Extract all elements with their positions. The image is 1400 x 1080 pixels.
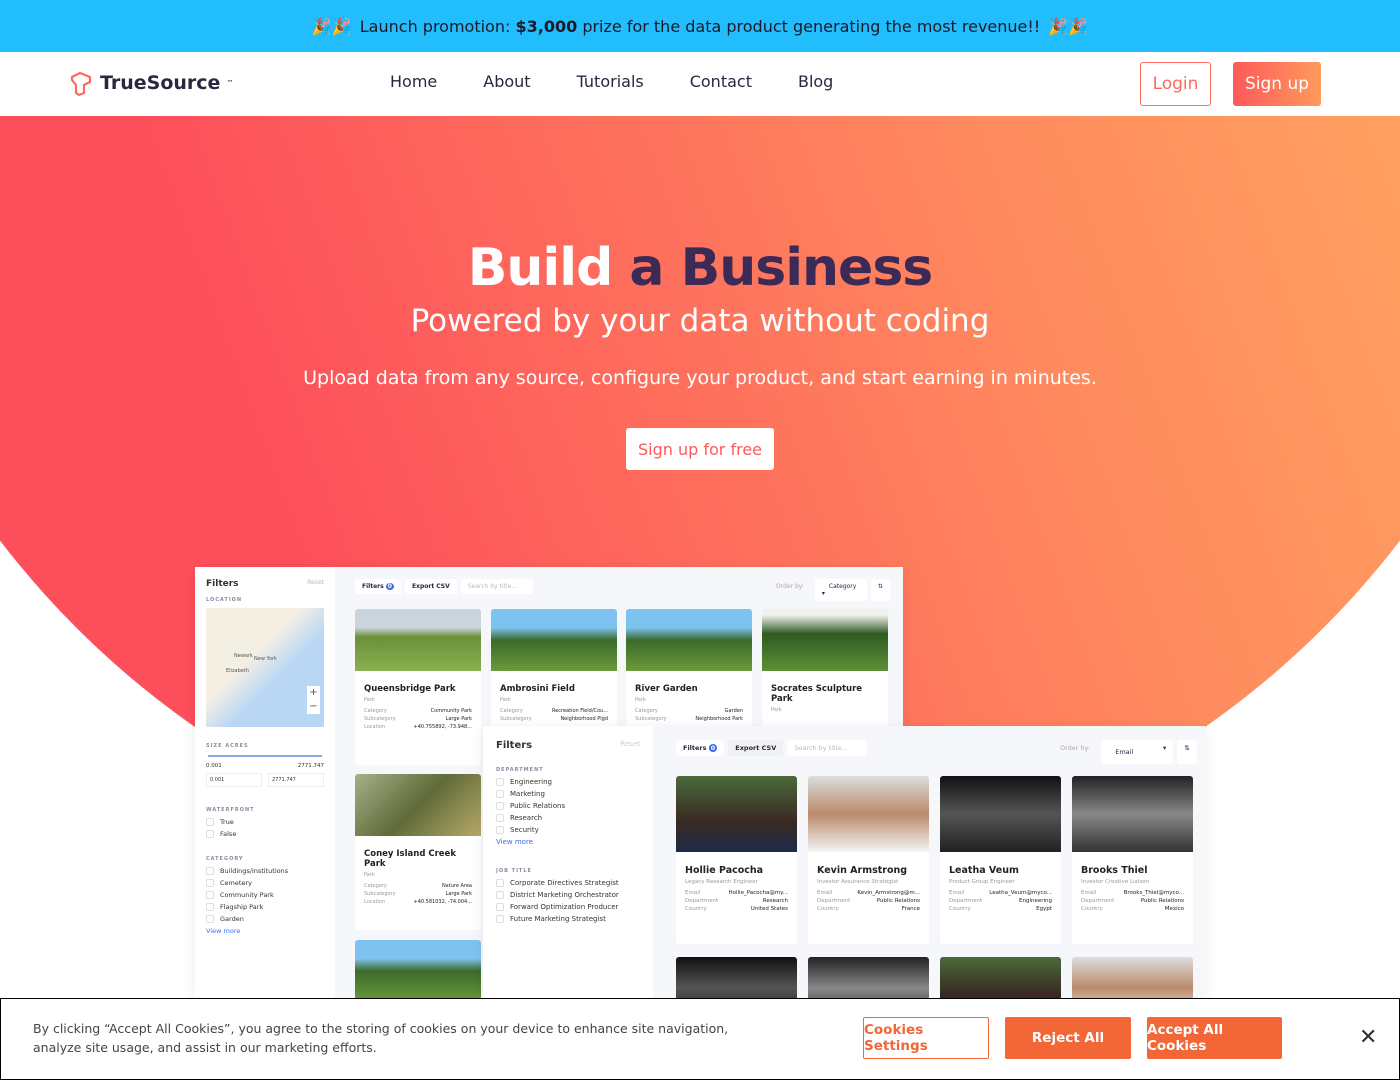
- order-by-label: Order by:: [776, 583, 804, 590]
- size-acres-label: SIZE ACRES: [206, 743, 249, 749]
- checkbox-category[interactable]: Garden: [206, 915, 324, 923]
- sort-direction-icon[interactable]: ⇅: [870, 579, 890, 601]
- zoom-controls[interactable]: + −: [307, 686, 320, 714]
- signup-free-button[interactable]: Sign up for free: [626, 428, 774, 470]
- checkbox-department[interactable]: Marketing: [496, 790, 640, 798]
- brand-name: TrueSource: [100, 72, 221, 94]
- login-button[interactable]: Login: [1140, 62, 1211, 106]
- person-photo: [940, 776, 1061, 852]
- checkbox-department[interactable]: Research: [496, 814, 640, 822]
- order-by-label: Order by:: [1060, 744, 1091, 752]
- promo-text: Launch promotion: $3,000 prize for the d…: [359, 16, 1041, 36]
- cookies-settings-button[interactable]: Cookies Settings: [863, 1017, 989, 1059]
- hero-text: Upload data from any source, configure y…: [303, 367, 1097, 389]
- navbar: TrueSource ™ Home About Tutorials Contact…: [0, 52, 1400, 116]
- checkbox-job[interactable]: Future Marketing Strategist: [496, 915, 640, 923]
- party-icon: 🎉🎉: [1048, 16, 1089, 36]
- department-label: DEPARTMENT: [496, 767, 544, 773]
- map-label: Newark: [234, 653, 253, 659]
- checkbox-category[interactable]: Community Park: [206, 891, 324, 899]
- range-max: 2771.747: [297, 763, 324, 769]
- checkbox-department[interactable]: Public Relations: [496, 802, 640, 810]
- size-range-slider[interactable]: [208, 755, 322, 757]
- checkbox-category[interactable]: Cemetery: [206, 879, 324, 887]
- nav-home[interactable]: Home: [390, 72, 437, 91]
- reject-all-button[interactable]: Reject All: [1005, 1017, 1131, 1059]
- person-photo: [676, 776, 797, 852]
- person-card[interactable]: Kevin Armstrong Investor Assurance Strat…: [808, 776, 929, 944]
- location-map[interactable]: Newark New York Elizabeth + −: [206, 608, 324, 727]
- nav-tutorials[interactable]: Tutorials: [577, 72, 644, 91]
- close-icon[interactable]: ✕: [1359, 1025, 1377, 1050]
- view-more-link[interactable]: View more: [206, 927, 324, 935]
- person-card[interactable]: [940, 957, 1061, 998]
- nav-contact[interactable]: Contact: [690, 72, 752, 91]
- people-app-screenshot: Filters Reset DEPARTMENT Engineering Mark…: [483, 726, 1205, 998]
- checkbox-job[interactable]: Corporate Directives Strategist: [496, 879, 640, 887]
- filters-title: Filters: [206, 579, 239, 589]
- job-title-label: JOB TITLE: [496, 868, 532, 874]
- map-label: New York: [254, 656, 277, 662]
- hero-title: Build a Business: [467, 238, 933, 298]
- logo[interactable]: TrueSource ™: [68, 70, 233, 96]
- checkbox-category[interactable]: Buildings/institutions: [206, 867, 324, 875]
- reset-link[interactable]: Reset: [620, 740, 640, 751]
- person-card[interactable]: Hollie Pacocha Legacy Research Engineer …: [676, 776, 797, 944]
- search-input[interactable]: Search by title...: [787, 740, 868, 756]
- checkbox-true[interactable]: True: [206, 818, 324, 826]
- waterfront-label: WATERFRONT: [206, 807, 255, 813]
- person-card[interactable]: [1072, 957, 1193, 998]
- export-csv-button[interactable]: Export CSV: [404, 579, 457, 594]
- hero-subtitle: Powered by your data without coding: [410, 303, 990, 339]
- max-input[interactable]: 2771.747: [268, 773, 324, 787]
- search-input[interactable]: Search by title...: [460, 579, 533, 594]
- person-card[interactable]: [676, 957, 797, 998]
- view-more-link[interactable]: View more: [496, 838, 640, 846]
- party-icon: 🎉🎉: [311, 16, 352, 36]
- min-input[interactable]: 0.001: [206, 773, 262, 787]
- location-label: LOCATION: [206, 597, 243, 603]
- category-label: CATEGORY: [206, 856, 244, 862]
- range-min: 0.001: [206, 763, 222, 769]
- trademark: ™: [226, 79, 234, 87]
- checkbox-job[interactable]: Forward Optimization Producer: [496, 903, 640, 911]
- order-by-select[interactable]: Email ▾: [1101, 740, 1174, 764]
- sort-direction-icon[interactable]: ⇅: [1177, 740, 1197, 764]
- reset-link[interactable]: Reset: [307, 579, 324, 589]
- park-card[interactable]: Queensbridge Park Park Category Community …: [355, 609, 481, 765]
- nav-links: Home About Tutorials Contact Blog: [390, 72, 833, 91]
- nav-blog[interactable]: Blog: [798, 72, 833, 91]
- export-csv-button[interactable]: Export CSV: [728, 740, 784, 756]
- person-card[interactable]: Brooks Thiel Investor Creative Liaison E…: [1072, 776, 1193, 944]
- park-card[interactable]: Coney Island Creek Park Park Category Natu…: [355, 774, 481, 930]
- person-photo: [808, 776, 929, 852]
- promo-banner: 🎉🎉 Launch promotion: $3,000 prize for th…: [0, 0, 1400, 52]
- accept-all-cookies-button[interactable]: Accept All Cookies: [1147, 1017, 1282, 1059]
- checkbox-department[interactable]: Engineering: [496, 778, 640, 786]
- checkbox-false[interactable]: False: [206, 830, 324, 838]
- order-by-select[interactable]: Category ▾: [814, 579, 867, 601]
- checkbox-job[interactable]: District Marketing Orchestrator: [496, 891, 640, 899]
- person-card[interactable]: [808, 957, 929, 998]
- truesource-logo-icon: [70, 71, 92, 96]
- map-label: Elizabeth: [226, 668, 250, 674]
- person-card[interactable]: Leatha Veum Product Group Engineer Email…: [940, 776, 1061, 944]
- nav-about[interactable]: About: [483, 72, 530, 91]
- filters-title: Filters: [496, 740, 533, 751]
- park-card[interactable]: [355, 940, 481, 998]
- person-photo: [1072, 776, 1193, 852]
- cookie-banner: By clicking “Accept All Cookies”, you ag…: [0, 998, 1400, 1080]
- filters-button[interactable]: Filters 0: [355, 579, 401, 594]
- filters-button[interactable]: Filters 0: [676, 740, 725, 756]
- checkbox-category[interactable]: Flagship Park: [206, 903, 324, 911]
- cookie-text: By clicking “Accept All Cookies”, you ag…: [33, 1021, 729, 1055]
- checkbox-department[interactable]: Security: [496, 826, 640, 834]
- signup-button[interactable]: Sign up: [1233, 62, 1321, 106]
